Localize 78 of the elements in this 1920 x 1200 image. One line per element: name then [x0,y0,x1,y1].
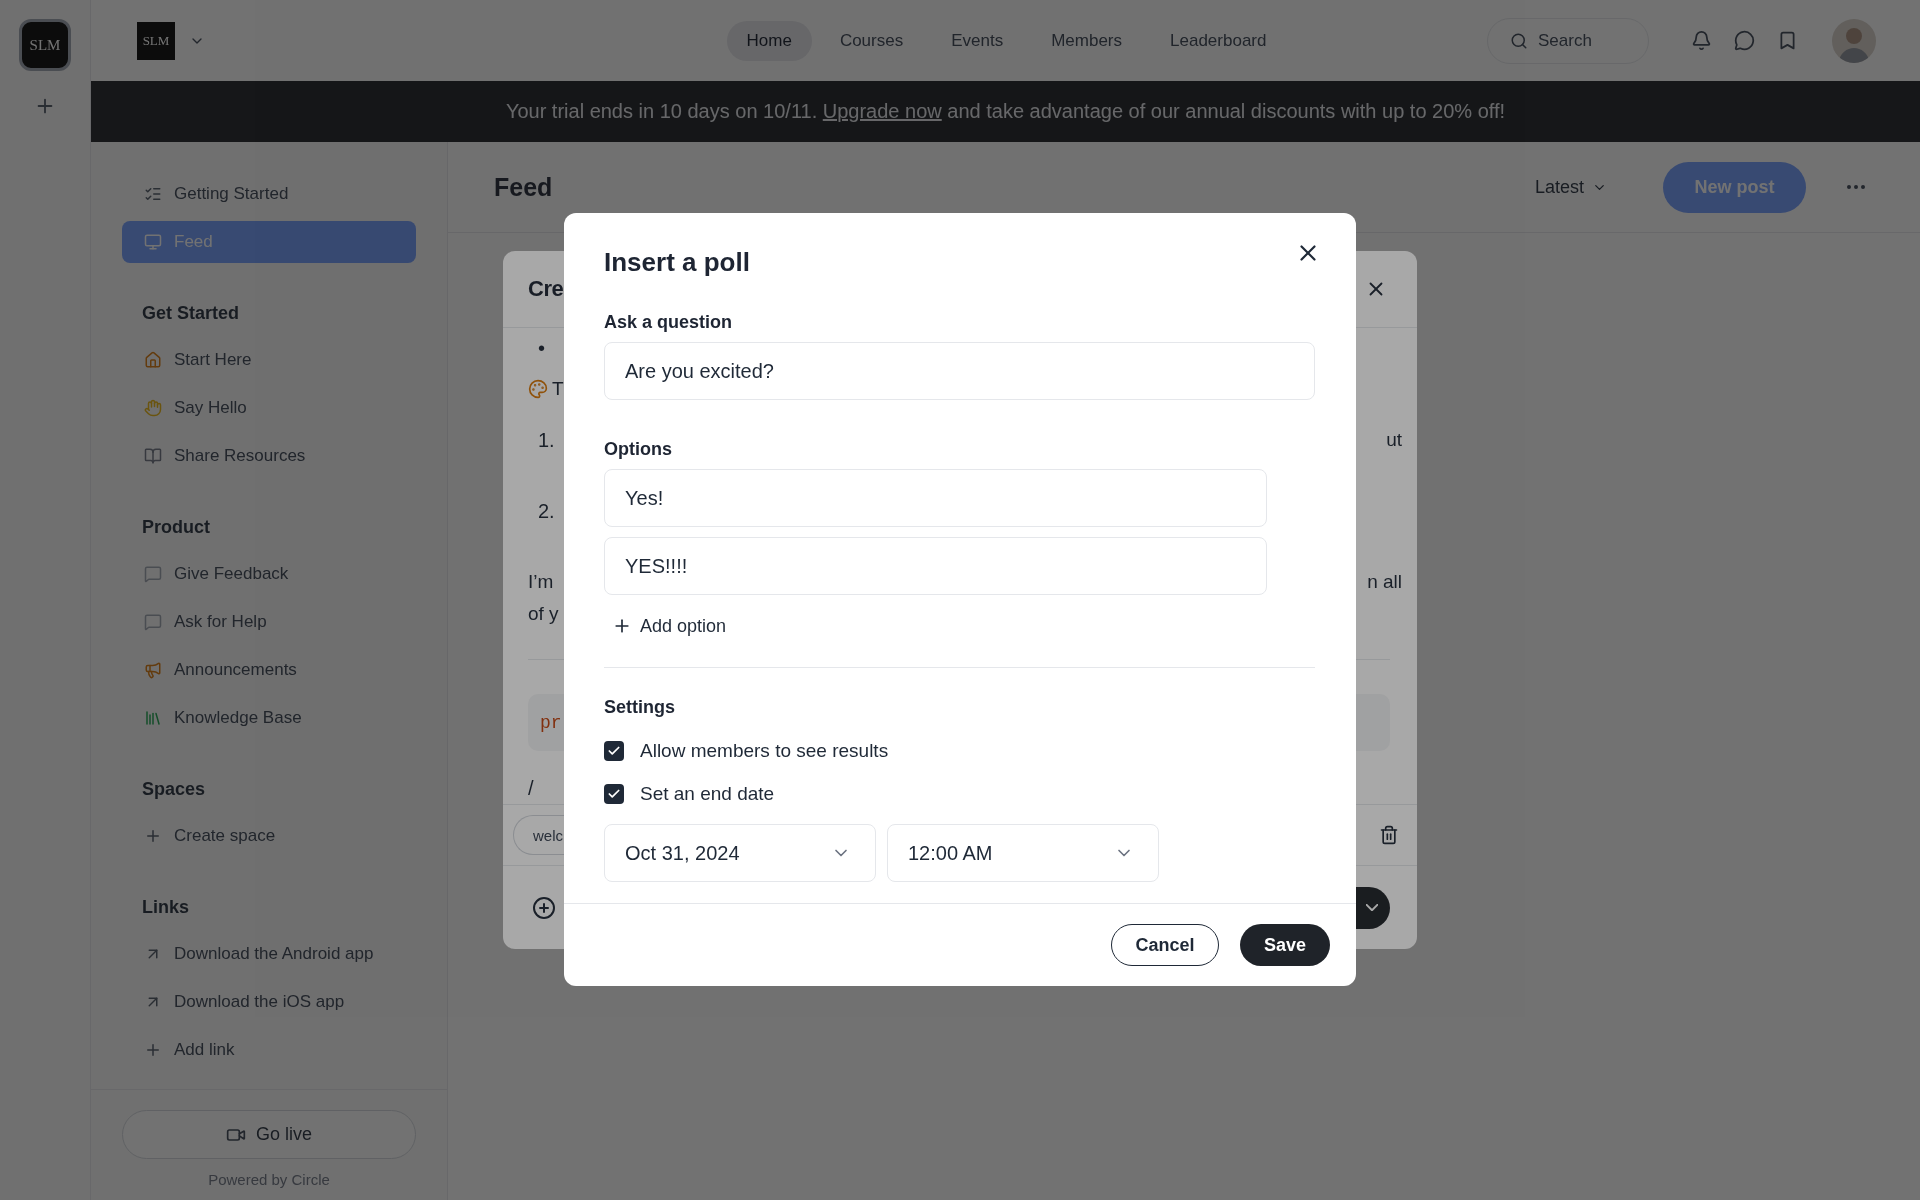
check-icon [607,744,621,758]
dialog-title: Cre [528,276,564,302]
sidebar-item[interactable]: Knowledge Base [122,694,416,742]
section-title: Product [141,515,211,539]
add-option-button[interactable]: Add option [604,606,727,646]
go-live-button[interactable]: Go live [122,1110,416,1159]
checklist-icon [144,185,162,203]
megaphone-icon [144,661,162,679]
post-text: / [528,776,534,801]
section-title: Settings [604,696,676,719]
sidebar-item[interactable]: Add link [122,1026,416,1074]
search-placeholder: Search [1538,30,1592,51]
nav-tab[interactable]: Courses [819,20,924,61]
sidebar-item[interactable]: Download the iOS app [122,978,416,1026]
trash-icon[interactable] [1379,825,1399,845]
community-logo[interactable]: SLM [19,19,71,71]
speech-bubble-icon [144,613,162,631]
time-select[interactable]: 12:00 AM [887,824,1159,882]
sidebar-item[interactable]: Start Here [122,336,416,384]
hand-icon [144,399,162,417]
community-logo[interactable]: SLM [137,21,175,60]
bell-icon[interactable] [1691,30,1712,51]
trial-banner-text: Your trial ends in 10 days on 10/11. Upgrade now and take advantage of our annual discounts with up to 20% off! [505,100,1506,123]
house-icon [144,351,162,369]
checkbox[interactable] [604,784,624,804]
section-title: Links [141,895,190,919]
cancel-button[interactable]: Cancel [1111,924,1219,966]
add-icon[interactable] [532,895,556,920]
sidebar-item[interactable]: Download the Android app [122,930,416,978]
code-block: pr [528,694,564,751]
list-number: 2. [537,499,556,524]
sidebar-item[interactable]: Getting Started [122,170,416,218]
sidebar-item[interactable]: Announcements [122,646,416,694]
dropdown-button[interactable] [1356,886,1390,929]
sidebar-item[interactable]: Say Hello [122,384,416,432]
plus-icon [144,827,162,845]
search-icon [1510,31,1528,50]
section-title: Spaces [141,777,207,801]
bullet-marker: • [537,336,546,361]
checkbox-label: Allow members to see results [640,740,889,762]
monitor-icon [144,233,162,251]
sidebar-item[interactable]: Ask for Help [122,598,416,646]
save-button[interactable]: Save [1240,924,1330,966]
list-number: 1. [537,428,556,453]
date-select[interactable]: Oct 31, 2024 [604,824,876,882]
question-field[interactable]: Are you excited? [604,342,1315,400]
dialog-title: Insert a poll [604,247,750,277]
chat-icon[interactable] [1734,30,1755,51]
nav-tab[interactable]: Members [1031,20,1143,61]
book-icon [144,447,162,465]
option-field[interactable]: YES!!!! [604,537,1267,595]
nav-tab[interactable]: Events [931,20,1024,61]
sidebar-item[interactable]: Create space [122,812,416,860]
checkbox-label: Set an end date [640,783,775,805]
check-icon [607,787,621,801]
plus-icon [144,1041,162,1059]
powered-by-link[interactable]: Powered by Circle [208,1171,330,1188]
post-text: n all [1367,570,1402,594]
post-text: ut [1386,428,1402,452]
field-label: Options [604,438,673,461]
post-text: T [552,377,564,401]
upgrade-link[interactable]: Upgrade now [822,100,942,122]
post-text: I’m [528,570,554,594]
post-text: of y [528,602,559,626]
section-title: Get Started [141,301,241,325]
chevron-down-icon [1366,904,1378,911]
nav-tab[interactable]: Home [726,20,812,61]
sidebar-item[interactable]: Give Feedback [122,550,416,598]
sidebar-item[interactable]: Share Resources [122,432,416,480]
speech-bubble-icon [144,565,162,583]
books-icon [144,709,162,727]
page-title: Feed [494,172,554,202]
field-label: Ask a question [604,311,734,334]
sort-dropdown[interactable]: Latest [1528,175,1613,199]
option-field[interactable]: Yes! [604,469,1267,527]
checkbox[interactable] [604,741,624,761]
nav-tab[interactable]: Leaderboard [1150,20,1287,61]
palette-icon [528,379,548,399]
